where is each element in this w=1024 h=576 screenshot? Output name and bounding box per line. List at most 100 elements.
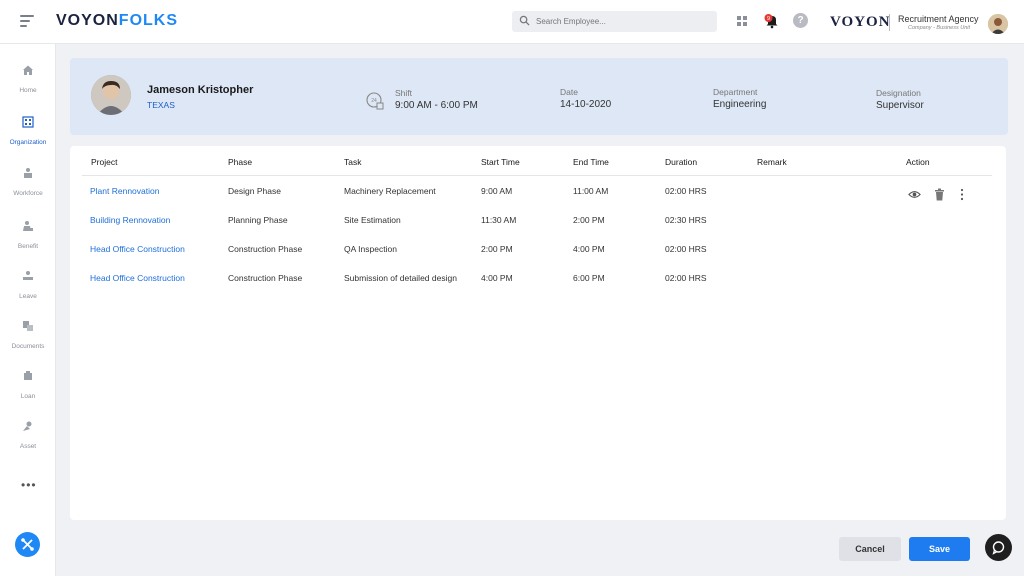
column-header-task[interactable]: Task bbox=[344, 157, 361, 167]
column-header-end-time[interactable]: End Time bbox=[573, 157, 609, 167]
table-row: Head Office Construction Construction Ph… bbox=[70, 244, 1006, 264]
apps-grid-icon[interactable] bbox=[737, 16, 747, 26]
phase-cell: Construction Phase bbox=[228, 273, 303, 283]
employee-avatar bbox=[91, 75, 131, 115]
sidebar-item-leave[interactable]: Leave bbox=[0, 270, 56, 303]
end-time-cell: 2:00 PM bbox=[573, 215, 605, 225]
column-header-action: Action bbox=[906, 157, 930, 167]
cancel-button[interactable]: Cancel bbox=[839, 537, 901, 561]
shift-clock-icon: 24 bbox=[366, 92, 384, 110]
chat-button[interactable] bbox=[985, 534, 1012, 561]
more-options-icon[interactable] bbox=[960, 188, 964, 201]
sidebar-item-label: Home bbox=[19, 87, 37, 94]
tools-icon bbox=[21, 538, 34, 551]
start-time-cell: 2:00 PM bbox=[481, 244, 513, 254]
documents-icon bbox=[23, 321, 33, 331]
end-time-cell: 11:00 AM bbox=[573, 186, 609, 196]
phase-cell: Planning Phase bbox=[228, 215, 288, 225]
project-link[interactable]: Head Office Construction bbox=[90, 244, 185, 254]
sidebar-item-label: Asset bbox=[19, 443, 37, 450]
designation-value: Supervisor bbox=[876, 100, 924, 111]
column-header-remark[interactable]: Remark bbox=[757, 157, 787, 167]
workforce-icon bbox=[24, 168, 32, 178]
asset-icon bbox=[23, 421, 32, 431]
sidebar-item-label: Loan bbox=[20, 393, 36, 400]
sidebar-item-workforce[interactable]: Workforce bbox=[0, 167, 56, 200]
sidebar-item-organization[interactable]: Organization bbox=[0, 116, 56, 149]
department-label: Department bbox=[713, 87, 758, 97]
end-time-cell: 4:00 PM bbox=[573, 244, 605, 254]
sidebar-item-documents[interactable]: Documents bbox=[0, 320, 56, 353]
duration-cell: 02:00 HRS bbox=[665, 186, 707, 196]
employee-name: Jameson Kristopher bbox=[147, 84, 254, 96]
task-cell: QA Inspection bbox=[344, 244, 397, 254]
task-table-card: Project Phase Task Start Time End Time D… bbox=[70, 146, 1006, 520]
row-actions bbox=[908, 188, 972, 202]
task-cell: Submission of detailed design bbox=[344, 273, 457, 283]
svg-text:24: 24 bbox=[371, 98, 377, 104]
employee-location: TEXAS bbox=[147, 100, 175, 110]
sidebar-item-label: Benefit bbox=[17, 243, 39, 250]
notification-bell-icon[interactable]: 9 bbox=[764, 13, 780, 29]
sidebar-item-benefit[interactable]: Benefit bbox=[0, 220, 56, 253]
date-value: 14-10-2020 bbox=[560, 99, 612, 110]
leave-icon bbox=[23, 271, 33, 280]
save-button[interactable]: Save bbox=[909, 537, 970, 561]
notification-count: 9 bbox=[767, 16, 770, 22]
project-link[interactable]: Building Rennovation bbox=[90, 215, 170, 225]
user-avatar[interactable] bbox=[988, 14, 1008, 34]
sidebar: Home Organization Workforce Benefit Leav… bbox=[0, 44, 56, 576]
sidebar-item-asset[interactable]: Asset bbox=[0, 420, 56, 453]
duration-cell: 02:00 HRS bbox=[665, 273, 707, 283]
employee-profile-card: Jameson Kristopher TEXAS 24 Shift 9:00 A… bbox=[70, 58, 1008, 135]
date-label: Date bbox=[560, 87, 578, 97]
hamburger-menu-icon[interactable] bbox=[20, 15, 34, 27]
organization-icon bbox=[22, 116, 34, 128]
logo-main: VOYON bbox=[56, 12, 119, 29]
benefit-icon bbox=[23, 221, 33, 231]
column-header-phase[interactable]: Phase bbox=[228, 157, 252, 167]
column-header-duration[interactable]: Duration bbox=[665, 157, 697, 167]
table-row: Plant Rennovation Design Phase Machinery… bbox=[70, 186, 1006, 206]
duration-cell: 02:30 HRS bbox=[665, 215, 707, 225]
shift-label: Shift bbox=[395, 88, 413, 98]
end-time-cell: 6:00 PM bbox=[573, 273, 605, 283]
view-eye-icon[interactable] bbox=[908, 188, 921, 201]
start-time-cell: 11:30 AM bbox=[481, 215, 517, 225]
start-time-cell: 9:00 AM bbox=[481, 186, 513, 196]
chat-bubble-icon bbox=[992, 541, 1005, 555]
shift-value: 9:00 AM - 6:00 PM bbox=[395, 100, 478, 111]
sidebar-item-label: Documents bbox=[11, 343, 45, 350]
help-icon[interactable]: ? bbox=[793, 13, 808, 28]
sidebar-item-label: Workforce bbox=[13, 190, 43, 197]
department-value: Engineering bbox=[713, 99, 767, 110]
top-bar: VOYONFOLKS 9 ? VOYON Recruitment Agency … bbox=[0, 0, 1024, 44]
agency-name[interactable]: Recruitment Agency bbox=[898, 14, 979, 24]
phase-cell: Construction Phase bbox=[228, 244, 303, 254]
search-input[interactable] bbox=[536, 13, 711, 30]
more-menu-icon[interactable]: ••• bbox=[21, 478, 37, 492]
sidebar-item-home[interactable]: Home bbox=[0, 64, 56, 97]
project-link[interactable]: Plant Rennovation bbox=[90, 186, 159, 196]
sidebar-item-label: Leave bbox=[19, 293, 37, 300]
sidebar-item-loan[interactable]: Loan bbox=[0, 370, 56, 403]
designation-label: Designation bbox=[876, 88, 921, 98]
home-icon bbox=[23, 65, 33, 75]
company-brand: VOYON bbox=[830, 14, 891, 30]
table-row: Building Rennovation Planning Phase Site… bbox=[70, 215, 1006, 235]
project-link[interactable]: Head Office Construction bbox=[90, 273, 185, 283]
task-cell: Site Estimation bbox=[344, 215, 401, 225]
column-header-project[interactable]: Project bbox=[91, 157, 117, 167]
duration-cell: 02:00 HRS bbox=[665, 244, 707, 254]
phase-cell: Design Phase bbox=[228, 186, 281, 196]
sidebar-item-label: Organization bbox=[9, 139, 47, 146]
brand-divider bbox=[889, 14, 890, 31]
delete-trash-icon[interactable] bbox=[934, 188, 945, 201]
column-header-start-time[interactable]: Start Time bbox=[481, 157, 520, 167]
search-box[interactable] bbox=[512, 11, 717, 32]
agency-subtitle: Company - Business Unit bbox=[908, 25, 971, 31]
quick-tools-button[interactable] bbox=[15, 532, 40, 557]
start-time-cell: 4:00 PM bbox=[481, 273, 513, 283]
loan-icon bbox=[24, 371, 32, 380]
app-logo[interactable]: VOYONFOLKS bbox=[56, 12, 178, 30]
